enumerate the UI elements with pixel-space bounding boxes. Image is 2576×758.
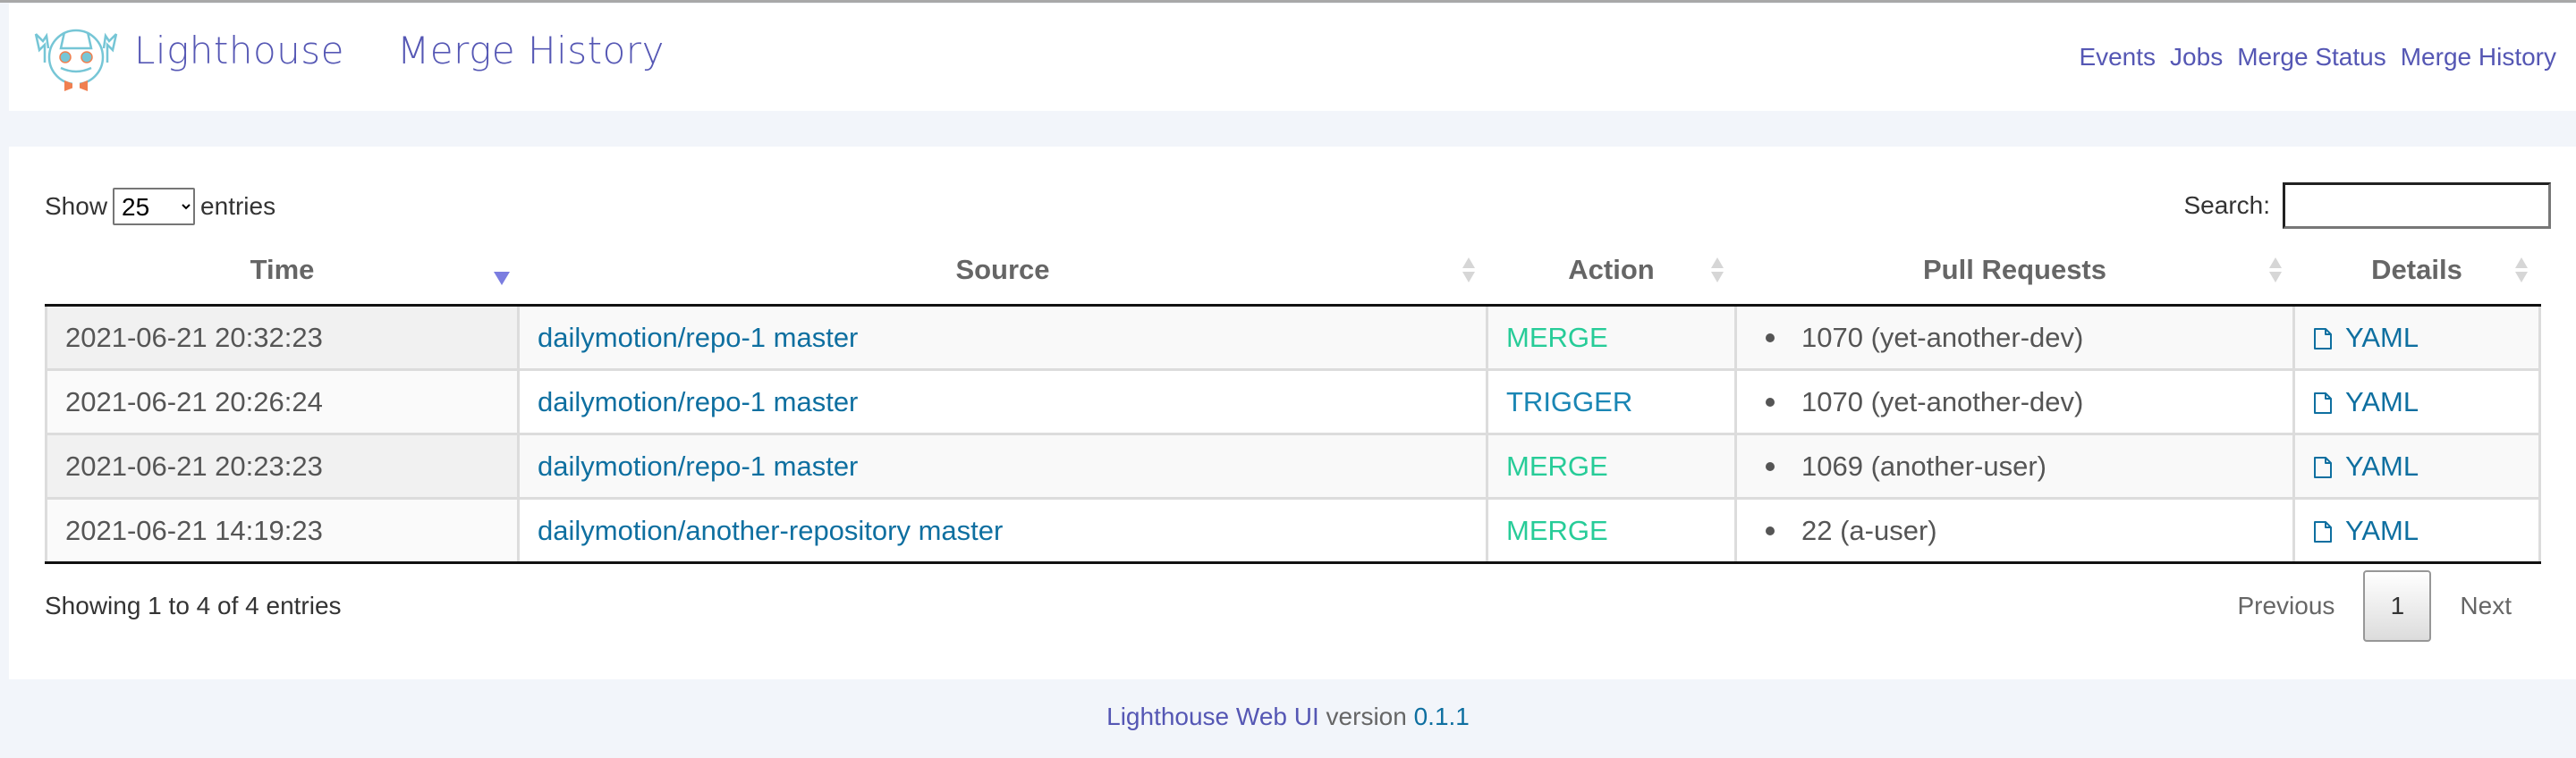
search-input[interactable] [2283, 182, 2551, 229]
column-label: Source [955, 254, 1050, 285]
yaml-link[interactable]: YAML [2313, 322, 2419, 353]
search-control: Search: [2183, 182, 2551, 229]
nav-jobs[interactable]: Jobs [2170, 43, 2223, 72]
pull-request-item: 1070 (yet-another-dev) [1801, 321, 2084, 353]
pull-requests-cell: 22 (a-user) [1734, 497, 2294, 564]
show-label: Show [45, 192, 108, 220]
table-header-row: Time Source Action Pull Requests Details [46, 236, 2540, 307]
pull-requests-cell: 1070 (yet-another-dev) [1734, 368, 2294, 434]
page-title: Merge History [397, 29, 665, 72]
time-cell: 2021-06-21 20:26:24 [45, 368, 519, 434]
time-cell: 2021-06-21 20:23:23 [45, 433, 519, 499]
action-cell: MERGE [1486, 305, 1736, 370]
table-row: 2021-06-21 20:23:23 dailymotion/repo-1 m… [45, 433, 2541, 499]
window-top-border [0, 0, 2576, 3]
pull-requests-cell: 1069 (another-user) [1734, 433, 2294, 499]
nav-events[interactable]: Events [2079, 43, 2156, 72]
yaml-label: YAML [2345, 385, 2419, 417]
file-icon [2314, 328, 2332, 350]
brand-name: Lighthouse [134, 29, 345, 72]
yaml-link[interactable]: YAML [2313, 451, 2419, 482]
next-page-button[interactable]: Next [2431, 592, 2540, 620]
page-footer: Lighthouse Web UI version 0.1.1 [0, 703, 2576, 731]
bullet-icon [1766, 397, 1775, 407]
source-link[interactable]: dailymotion/another-repository master [538, 515, 1003, 546]
source-link[interactable]: dailymotion/repo-1 master [538, 322, 858, 353]
pull-requests-cell: 1070 (yet-another-dev) [1734, 305, 2294, 370]
time-cell: 2021-06-21 14:19:23 [45, 497, 519, 564]
merge-history-card: Show 25 entries Search: Time Source Acti… [9, 147, 2576, 679]
sort-desc-icon [493, 272, 510, 285]
yaml-label: YAML [2345, 321, 2419, 353]
action-badge: MERGE [1506, 450, 1608, 482]
nav-merge-status[interactable]: Merge Status [2237, 43, 2386, 72]
details-cell: YAML [2292, 433, 2541, 499]
details-cell: YAML [2292, 305, 2541, 370]
header: Lighthouse Merge History Events Jobs Mer… [9, 4, 2576, 111]
table-row: 2021-06-21 14:19:23 dailymotion/another-… [45, 497, 2541, 564]
bullet-icon [1766, 526, 1775, 535]
action-badge: MERGE [1506, 321, 1608, 353]
file-icon [2314, 457, 2332, 479]
source-cell: dailymotion/repo-1 master [517, 305, 1487, 370]
table-row: 2021-06-21 20:32:23 dailymotion/repo-1 m… [45, 305, 2541, 370]
file-icon [2314, 521, 2332, 543]
details-cell: YAML [2292, 368, 2541, 434]
action-cell: MERGE [1486, 497, 1736, 564]
source-cell: dailymotion/repo-1 master [517, 433, 1487, 499]
action-cell: TRIGGER [1486, 368, 1736, 434]
bullet-icon [1766, 333, 1775, 342]
merge-history-table: Time Source Action Pull Requests Details [45, 236, 2541, 564]
action-cell: MERGE [1486, 433, 1736, 499]
page-length-select[interactable]: 25 [113, 188, 196, 225]
sort-both-icon [2268, 257, 2282, 282]
footer-version-label: version [1326, 703, 1407, 730]
pull-request-item: 1070 (yet-another-dev) [1801, 385, 2084, 417]
source-link[interactable]: dailymotion/repo-1 master [538, 386, 858, 417]
details-cell: YAML [2292, 497, 2541, 564]
column-header-source[interactable]: Source [518, 236, 1487, 307]
footer-app-link[interactable]: Lighthouse Web UI [1106, 703, 1319, 730]
nav-merge-history[interactable]: Merge History [2401, 43, 2556, 72]
previous-page-button[interactable]: Previous [2208, 592, 2363, 620]
column-label: Action [1568, 254, 1655, 285]
table-row: 2021-06-21 20:26:24 dailymotion/repo-1 m… [45, 368, 2541, 434]
sort-both-icon [1462, 257, 1475, 282]
bullet-icon [1766, 461, 1775, 471]
action-badge: MERGE [1506, 514, 1608, 546]
column-header-details[interactable]: Details [2293, 236, 2540, 307]
yaml-link[interactable]: YAML [2313, 386, 2419, 417]
column-header-time[interactable]: Time [46, 236, 519, 307]
yaml-link[interactable]: YAML [2313, 515, 2419, 546]
time-cell: 2021-06-21 20:32:23 [45, 305, 519, 370]
column-label: Pull Requests [1923, 254, 2106, 285]
column-header-action[interactable]: Action [1487, 236, 1736, 307]
action-badge: TRIGGER [1506, 385, 1633, 417]
source-cell: dailymotion/another-repository master [517, 497, 1487, 564]
yaml-label: YAML [2345, 514, 2419, 546]
column-label: Time [250, 254, 315, 285]
source-link[interactable]: dailymotion/repo-1 master [538, 451, 858, 482]
file-icon [2314, 392, 2332, 415]
column-header-pull-requests[interactable]: Pull Requests [1735, 236, 2294, 307]
pull-request-item: 22 (a-user) [1801, 514, 1937, 546]
pagination: Previous 1 Next [2208, 570, 2540, 642]
page-1-button[interactable]: 1 [2363, 570, 2432, 642]
table-info: Showing 1 to 4 of 4 entries [45, 592, 342, 619]
top-nav: Events Jobs Merge Status Merge History [2079, 43, 2556, 72]
source-cell: dailymotion/repo-1 master [517, 368, 1487, 434]
sort-both-icon [2514, 257, 2528, 282]
entries-label: entries [200, 192, 276, 220]
page-length-control: Show 25 entries [45, 188, 275, 225]
sort-both-icon [1710, 257, 1724, 282]
pull-request-item: 1069 (another-user) [1801, 450, 2046, 482]
footer-version-link[interactable]: 0.1.1 [1414, 703, 1470, 730]
yaml-label: YAML [2345, 450, 2419, 482]
robot-logo-icon [34, 29, 118, 91]
column-label: Details [2371, 254, 2462, 285]
search-label: Search: [2183, 191, 2271, 219]
